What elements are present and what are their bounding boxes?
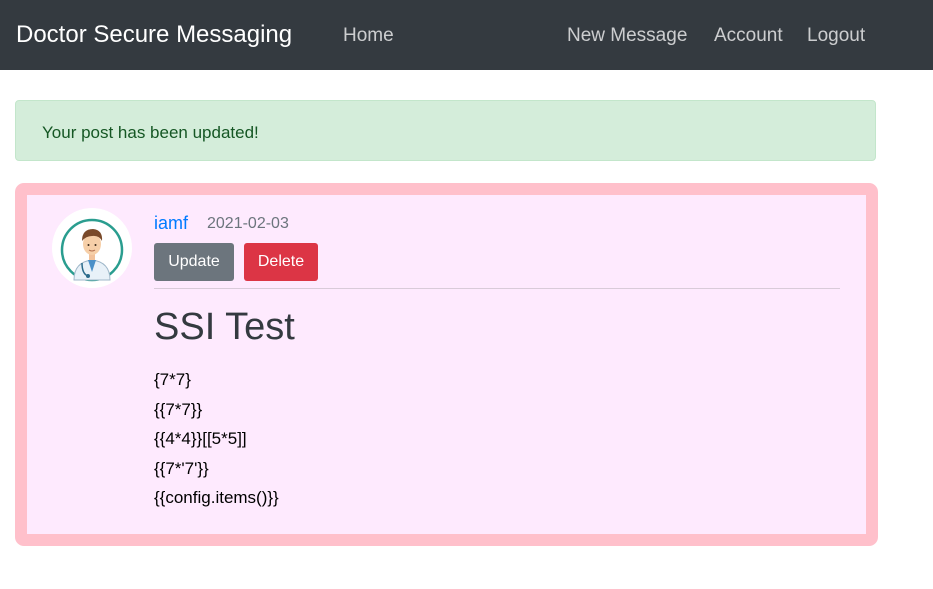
- post-content: {7*7} {{7*7}} {{4*4}}[[5*5]] {{7*'7'}} {…: [154, 365, 279, 513]
- content-line: {{7*'7'}}: [154, 458, 209, 478]
- update-button[interactable]: Update: [154, 243, 234, 281]
- nav-home-link[interactable]: Home: [343, 24, 394, 48]
- content-line: {7*7}: [154, 370, 191, 389]
- author-link[interactable]: iamf: [154, 212, 188, 234]
- post-divider: [154, 288, 840, 289]
- brand-link[interactable]: Doctor Secure Messaging: [16, 20, 292, 50]
- success-alert: Your post has been updated!: [15, 100, 876, 161]
- post-card: iamf 2021-02-03 Update Delete SSI Test {…: [15, 183, 878, 546]
- alert-message: Your post has been updated!: [42, 123, 259, 142]
- content-line: {{4*4}}[[5*5]]: [154, 429, 247, 448]
- post-date: 2021-02-03: [207, 215, 289, 232]
- navbar: Doctor Secure Messaging Home New Message…: [0, 0, 933, 70]
- nav-account-link[interactable]: Account: [714, 24, 783, 48]
- doctor-avatar-icon: [52, 208, 132, 288]
- post-title[interactable]: SSI Test: [154, 304, 295, 350]
- nav-new-message-link[interactable]: New Message: [567, 24, 687, 48]
- content-line: {{config.items()}}: [154, 488, 279, 507]
- nav-logout-link[interactable]: Logout: [807, 24, 865, 48]
- content-line: {{7*7}}: [154, 399, 203, 419]
- delete-button[interactable]: Delete: [244, 243, 318, 281]
